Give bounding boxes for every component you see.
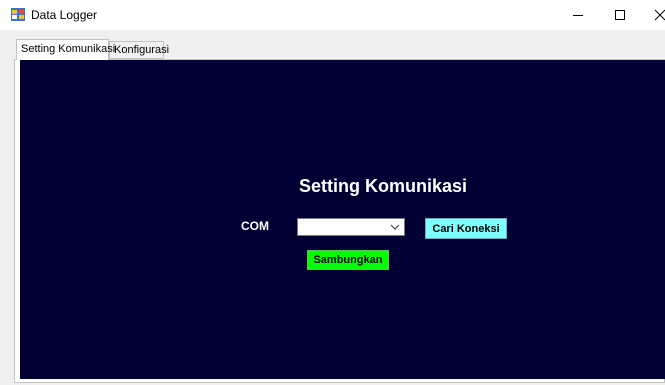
minimize-button[interactable]: [556, 0, 600, 30]
com-port-select[interactable]: [297, 218, 405, 236]
panel-heading: Setting Komunikasi: [298, 176, 468, 196]
tab-setting-komunikasi[interactable]: Setting Komunikasi: [16, 39, 115, 60]
title-bar: Data Logger: [0, 0, 665, 30]
window-title: Data Logger: [31, 8, 98, 22]
close-button[interactable]: [638, 0, 665, 30]
minimize-icon: [573, 15, 583, 16]
maximize-button[interactable]: [598, 0, 642, 30]
app-window-icon: [11, 8, 25, 21]
connect-button[interactable]: Sambungkan: [307, 250, 389, 270]
search-connection-button[interactable]: Cari Koneksi: [425, 218, 507, 239]
communication-settings-panel: Setting Komunikasi COM Cari Koneksi Samb…: [20, 60, 665, 379]
chevron-down-icon: [390, 224, 400, 230]
tab-konfigurasi[interactable]: Konfigurasi: [109, 41, 169, 59]
maximize-icon: [615, 10, 625, 20]
close-icon: [654, 9, 665, 21]
com-label: COM: [241, 219, 269, 233]
